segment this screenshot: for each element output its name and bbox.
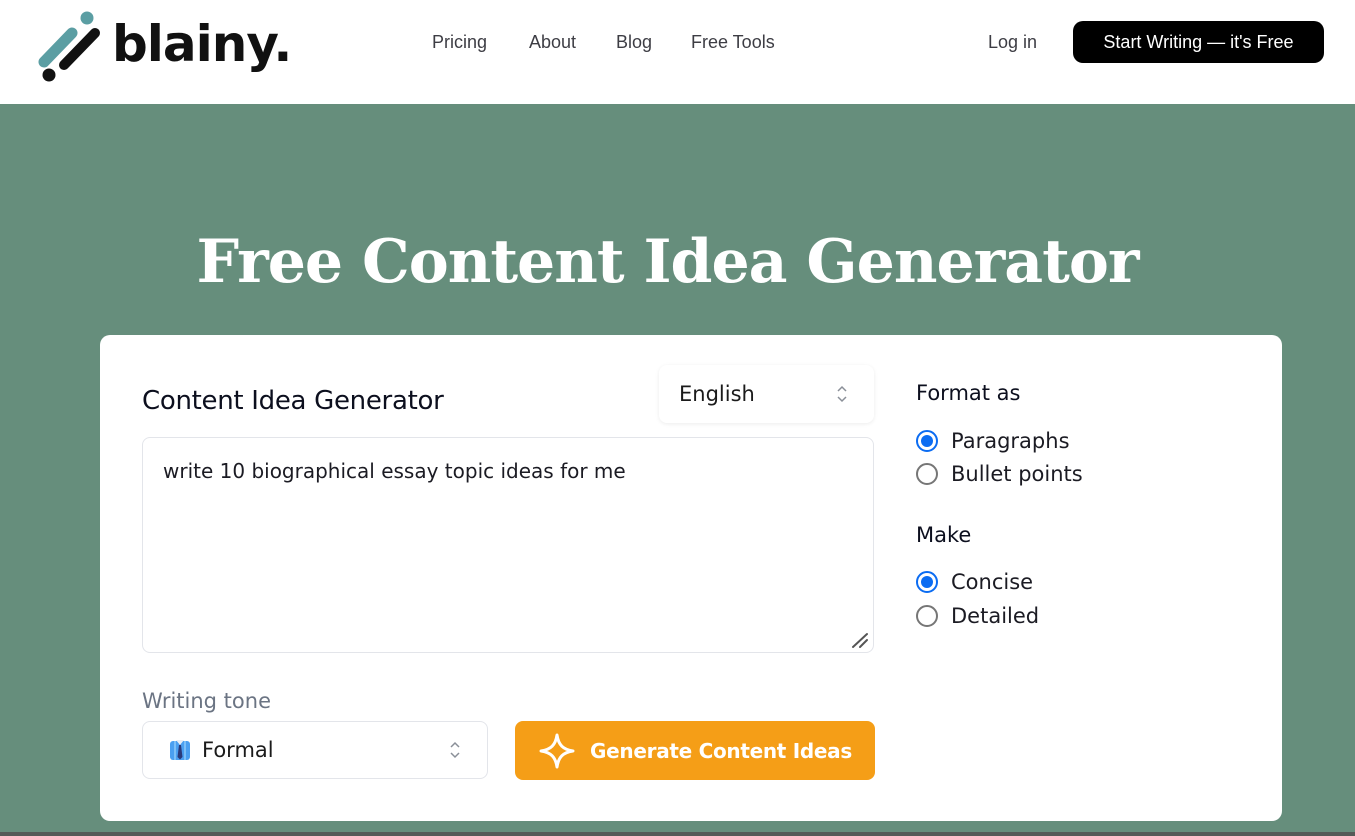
nav-pricing[interactable]: Pricing bbox=[432, 30, 487, 54]
page-title: Free Content Idea Generator bbox=[196, 227, 1140, 297]
writing-tone-label: Writing tone bbox=[142, 689, 271, 713]
window-bottom-edge bbox=[0, 832, 1355, 836]
brand-name: blainy. bbox=[112, 15, 292, 73]
format-heading: Format as bbox=[916, 381, 1021, 405]
generate-content-ideas-button[interactable]: Generate Content Ideas bbox=[515, 721, 875, 780]
radio-label: Bullet points bbox=[951, 462, 1083, 486]
radio-unchecked-icon[interactable] bbox=[916, 463, 938, 485]
nav-free-tools[interactable]: Free Tools bbox=[691, 30, 775, 54]
sparkle-icon bbox=[539, 733, 575, 768]
site-header: blainy. Pricing About Blog Free Tools Lo… bbox=[0, 0, 1355, 104]
make-concise-radio[interactable]: Concise bbox=[916, 569, 1033, 595]
login-link[interactable]: Log in bbox=[988, 30, 1037, 54]
generator-title: Content Idea Generator bbox=[142, 386, 444, 416]
writing-tone-select[interactable]: Formal bbox=[142, 721, 488, 779]
radio-label: Detailed bbox=[951, 604, 1040, 628]
brand-logo[interactable]: blainy. bbox=[34, 4, 294, 84]
radio-checked-icon[interactable] bbox=[916, 571, 938, 593]
start-writing-button[interactable]: Start Writing — it's Free bbox=[1073, 21, 1324, 63]
radio-label: Concise bbox=[951, 570, 1034, 594]
make-detailed-radio[interactable]: Detailed bbox=[916, 603, 1039, 629]
nav-blog[interactable]: Blog bbox=[616, 30, 652, 54]
up-down-chevron-icon bbox=[450, 741, 460, 759]
generate-label: Generate Content Ideas bbox=[590, 738, 852, 763]
suit-tie-icon bbox=[170, 740, 190, 760]
resize-handle-icon[interactable] bbox=[850, 631, 870, 649]
radio-checked-icon[interactable] bbox=[916, 430, 938, 452]
generator-card: Content Idea Generator English Format as… bbox=[100, 335, 1282, 821]
writing-tone-value: Formal bbox=[202, 738, 274, 762]
radio-unchecked-icon[interactable] bbox=[916, 605, 938, 627]
up-down-chevron-icon bbox=[837, 385, 847, 403]
prompt-textarea[interactable] bbox=[142, 437, 874, 653]
format-paragraphs-radio[interactable]: Paragraphs bbox=[916, 428, 1070, 454]
language-value: English bbox=[679, 382, 755, 406]
nav-about[interactable]: About bbox=[529, 30, 576, 54]
make-heading: Make bbox=[916, 523, 972, 547]
radio-label: Paragraphs bbox=[951, 429, 1070, 453]
logo-mark-icon bbox=[38, 11, 100, 82]
format-bullets-radio[interactable]: Bullet points bbox=[916, 461, 1083, 487]
language-select[interactable]: English bbox=[659, 365, 874, 423]
